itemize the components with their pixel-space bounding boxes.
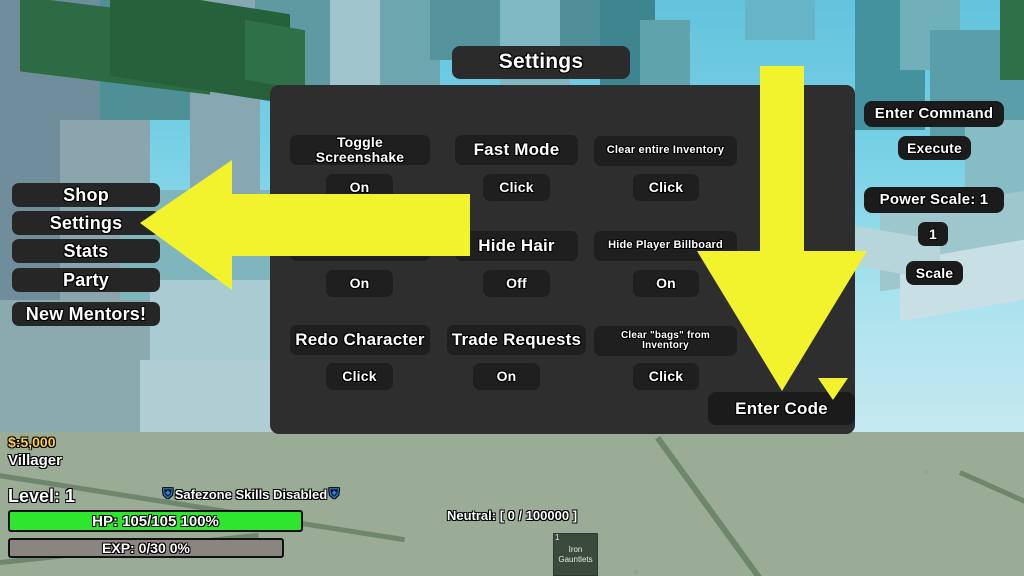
yellow-arrow-pointing-to-settings — [140, 160, 470, 290]
setting-value-fast-mode[interactable]: Click — [483, 174, 550, 201]
setting-label-trade-requests[interactable]: Trade Requests — [447, 325, 586, 355]
game-screen: Settings Toggle Screenshake On Fast Mode… — [0, 0, 1024, 576]
execute-button[interactable]: Execute — [898, 136, 971, 160]
setting-label-fast-mode[interactable]: Fast Mode — [455, 135, 578, 165]
sidebar-item-party[interactable]: Party — [12, 268, 160, 292]
ground-plane — [0, 432, 1024, 576]
power-scale-label[interactable]: Power Scale: 1 — [864, 187, 1004, 213]
yellow-arrow-tip-enter-code — [818, 378, 848, 400]
sidebar-item-stats[interactable]: Stats — [12, 239, 160, 263]
sidebar-item-new-mentors[interactable]: New Mentors! — [12, 302, 160, 326]
yellow-arrow-pointing-to-enter-code — [697, 66, 867, 391]
enter-command-button[interactable]: Enter Command — [864, 101, 1004, 127]
setting-value-hide-player-billboard[interactable]: On — [633, 270, 699, 297]
power-scale-value[interactable]: 1 — [918, 222, 948, 246]
sidebar-item-settings[interactable]: Settings — [12, 211, 160, 235]
setting-label-redo-character[interactable]: Redo Character — [290, 325, 430, 355]
grass-slab — [245, 19, 305, 91]
setting-value-redo-character[interactable]: Click — [326, 363, 393, 390]
settings-title: Settings — [452, 46, 630, 79]
terrain-block — [745, 0, 815, 40]
setting-value-clear-bags-from-inventory[interactable]: Click — [633, 363, 699, 390]
setting-label-hide-hair[interactable]: Hide Hair — [455, 231, 578, 261]
setting-value-hide-hair[interactable]: Off — [483, 270, 550, 297]
scale-button[interactable]: Scale — [906, 261, 963, 285]
sidebar-item-shop[interactable]: Shop — [12, 183, 160, 207]
setting-value-clear-entire-inventory[interactable]: Click — [633, 174, 699, 201]
grass-slab — [1000, 0, 1024, 80]
setting-value-trade-requests[interactable]: On — [473, 363, 540, 390]
